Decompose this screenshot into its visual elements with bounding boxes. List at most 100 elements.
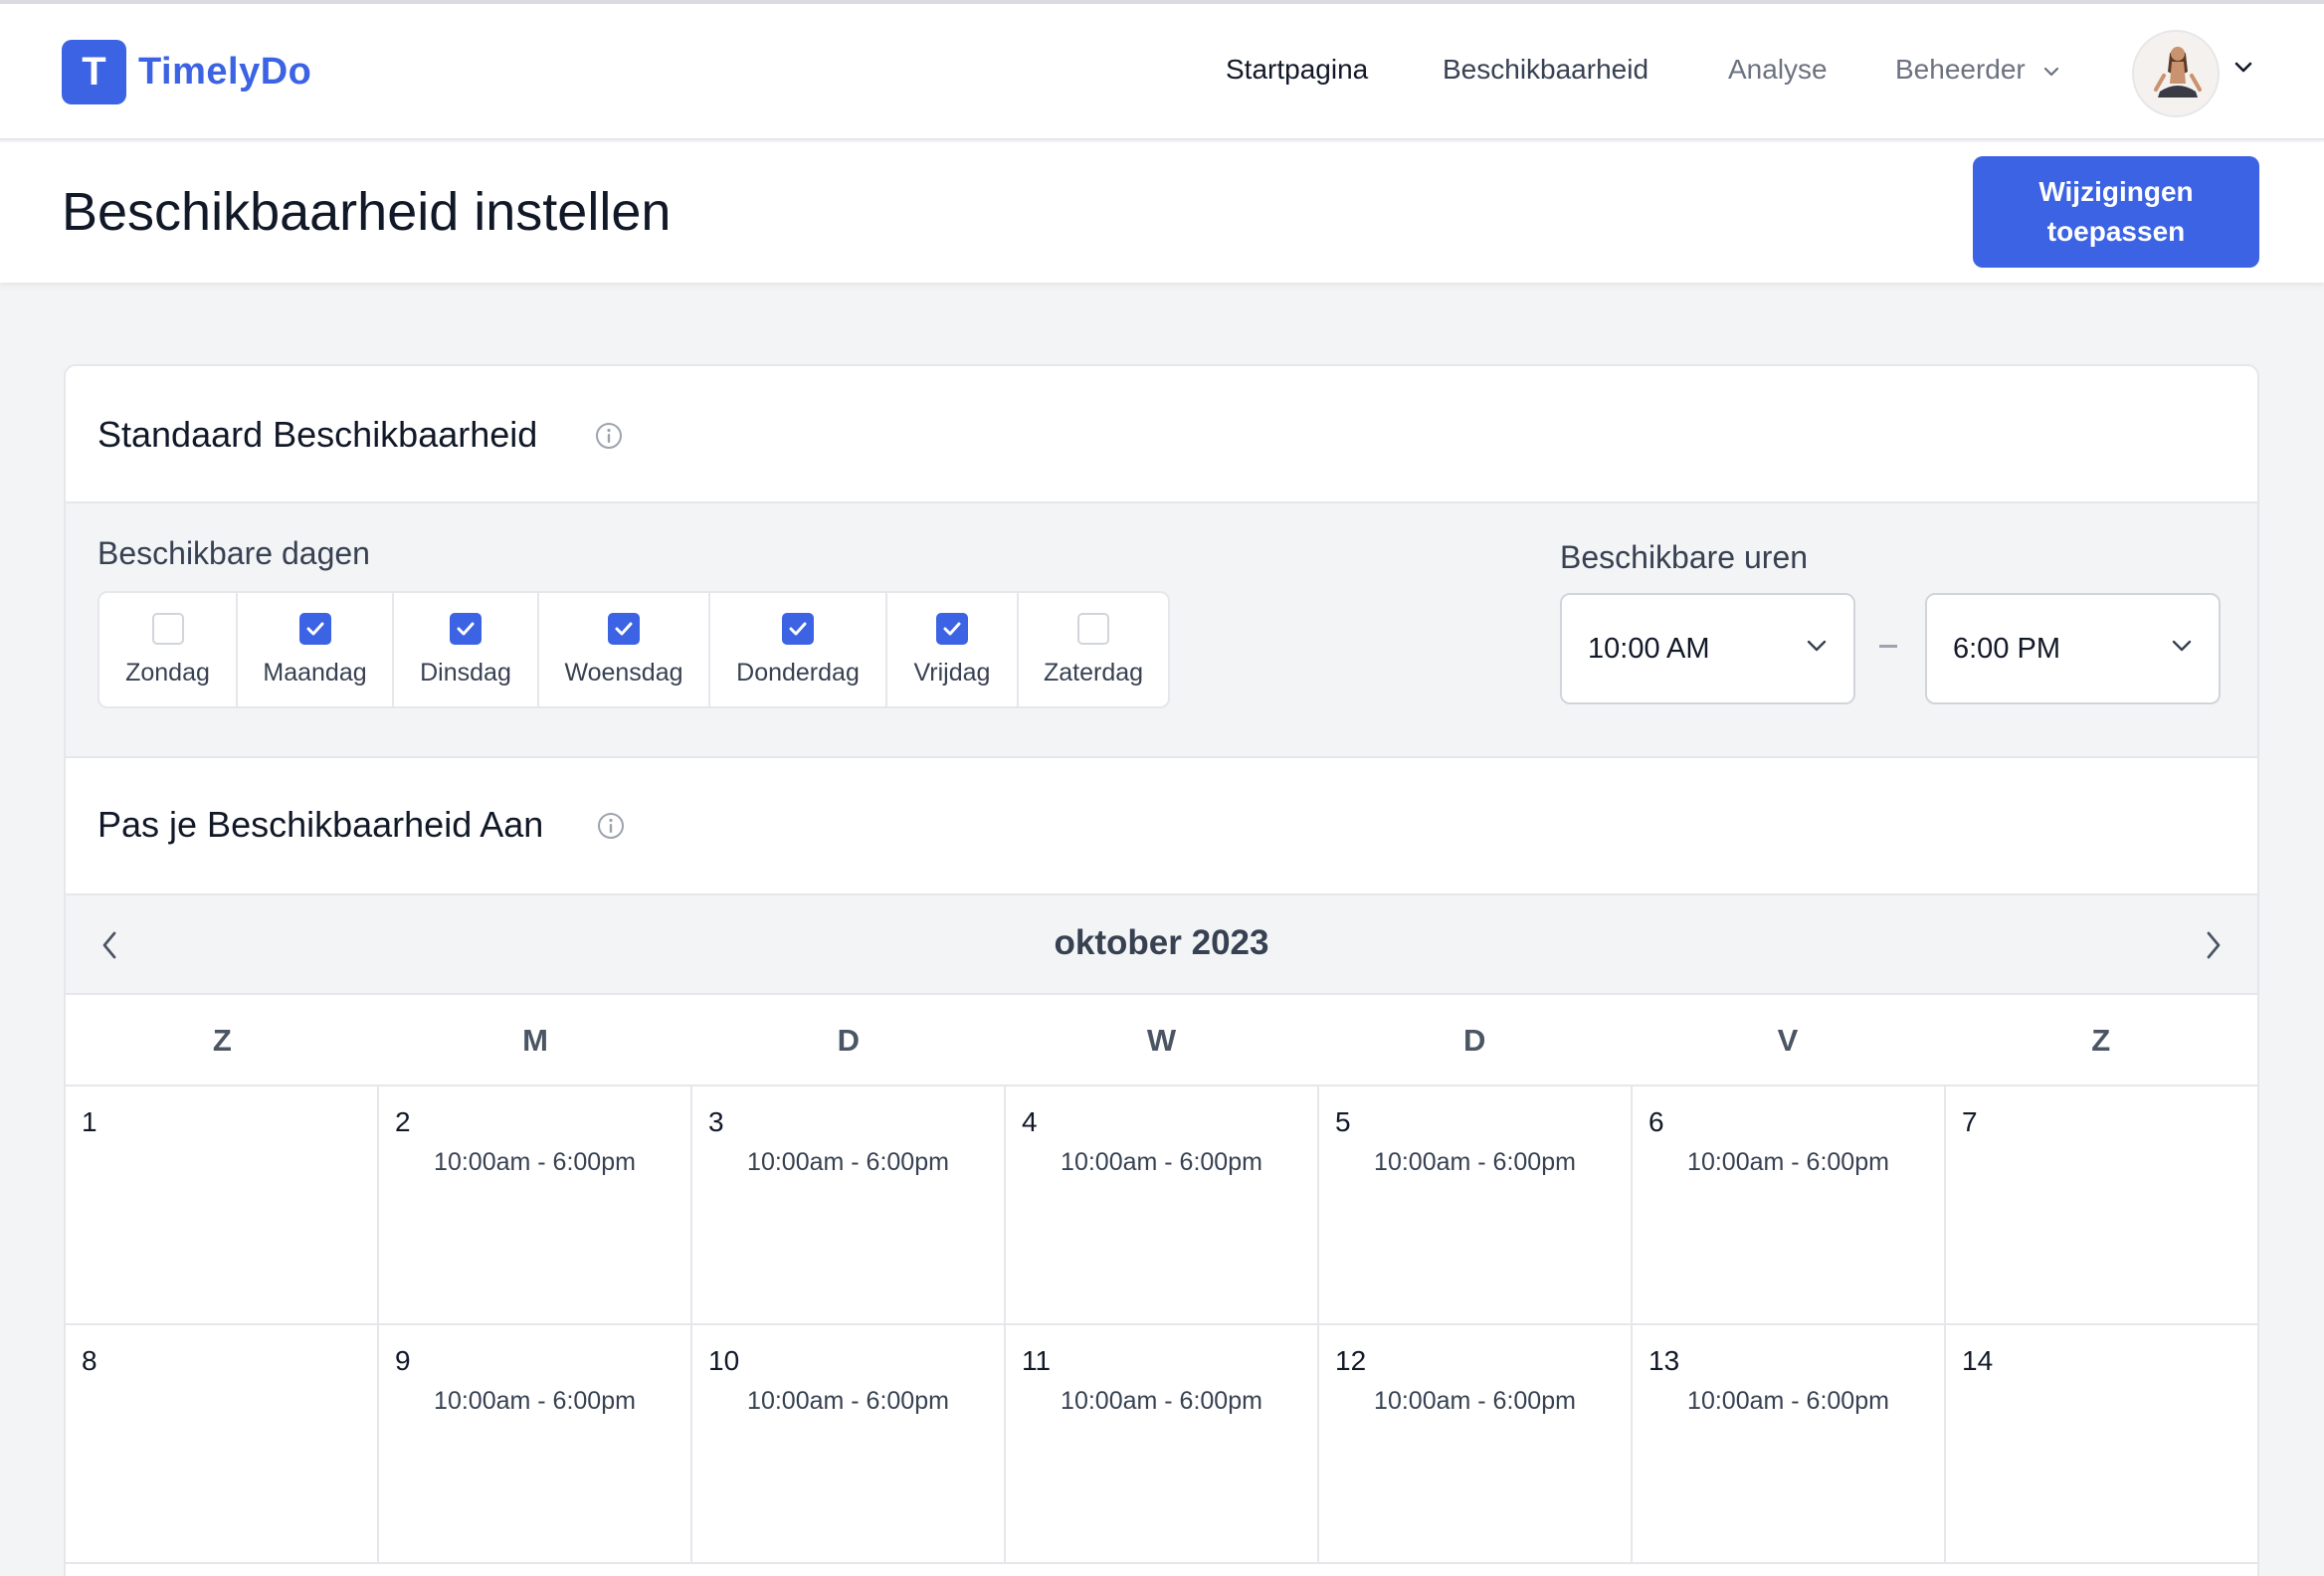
day-number: 12: [1335, 1345, 1367, 1376]
checkbox-checked[interactable]: [298, 612, 331, 645]
logo[interactable]: T TimelyDo: [62, 40, 311, 104]
nav-link-startpagina[interactable]: Startpagina: [1226, 54, 1368, 86]
day-number: 13: [1648, 1345, 1680, 1376]
chevron-down-icon: [1807, 640, 1827, 652]
checkbox-checked[interactable]: [936, 612, 968, 645]
nav-link-beheerder-label: Beheerder: [1895, 54, 2026, 85]
calendar-day-cell[interactable]: 13 10:00am - 6:00pm: [1633, 1325, 1946, 1564]
day-option-maandag[interactable]: Maandag: [238, 593, 394, 706]
apply-changes-button[interactable]: Wijzigingen toepassen: [1973, 156, 2259, 268]
info-icon[interactable]: [595, 422, 623, 450]
day-hours: 10:00am - 6:00pm: [1687, 1387, 1889, 1415]
calendar-day-cell[interactable]: 4 10:00am - 6:00pm: [1006, 1086, 1319, 1325]
nav-link-beheerder[interactable]: Beheerder: [1895, 54, 2059, 86]
page-title: Beschikbaarheid instellen: [62, 182, 672, 242]
day-label: Zaterdag: [1043, 658, 1144, 687]
day-option-dinsdag[interactable]: Dinsdag: [394, 593, 539, 706]
day-number: 4: [1022, 1106, 1038, 1137]
checkbox-checked[interactable]: [608, 612, 640, 645]
day-number: 14: [1962, 1345, 1994, 1376]
account-chevron-down-icon[interactable]: [2234, 62, 2252, 74]
day-option-woensdag[interactable]: Woensdag: [539, 593, 710, 706]
weekday-header: V: [1777, 1023, 1799, 1058]
calendar-day-cell[interactable]: 2 10:00am - 6:00pm: [379, 1086, 692, 1325]
calendar-day-cell[interactable]: 7: [1946, 1086, 2257, 1325]
weekday-header-row: Z M D W D V Z: [66, 995, 2257, 1086]
day-label: Dinsdag: [420, 658, 511, 687]
day-number: 2: [395, 1106, 411, 1137]
day-label: Vrijdag: [913, 658, 991, 687]
nav-link-analyse[interactable]: Analyse: [1728, 54, 1828, 86]
day-option-zaterdag[interactable]: Zaterdag: [1019, 593, 1168, 706]
end-time-select[interactable]: 6:00 PM: [1925, 593, 2221, 704]
check-icon: [615, 622, 633, 635]
day-hours: 10:00am - 6:00pm: [434, 1387, 636, 1415]
weekday-header: Z: [212, 1023, 232, 1058]
day-option-vrijdag[interactable]: Vrijdag: [887, 593, 1019, 706]
weekday-header: D: [1463, 1023, 1486, 1058]
calendar-day-cell[interactable]: 11 10:00am - 6:00pm: [1006, 1325, 1319, 1564]
avatar-image: [2134, 32, 2218, 115]
check-icon: [457, 622, 475, 635]
weekday-header: Z: [2091, 1023, 2111, 1058]
day-label: Donderdag: [736, 658, 860, 687]
day-number: 10: [708, 1345, 740, 1376]
avatar[interactable]: [2132, 30, 2220, 117]
day-number: 9: [395, 1345, 411, 1376]
weekday-header: M: [522, 1023, 548, 1058]
adjust-availability-header: Pas je Beschikbaarheid Aan: [66, 758, 2257, 895]
calendar-day-cell[interactable]: 1: [66, 1086, 379, 1325]
checkbox-unchecked[interactable]: [151, 612, 184, 645]
chevron-down-icon: [2172, 640, 2192, 652]
nav-link-beschikbaarheid[interactable]: Beschikbaarheid: [1443, 54, 1648, 86]
day-option-donderdag[interactable]: Donderdag: [710, 593, 887, 706]
checkbox-checked[interactable]: [782, 612, 814, 645]
day-hours: 10:00am - 6:00pm: [1687, 1148, 1889, 1176]
day-number: 3: [708, 1106, 724, 1137]
day-hours: 10:00am - 6:00pm: [1061, 1148, 1262, 1176]
day-number: 5: [1335, 1106, 1351, 1137]
check-icon: [789, 622, 807, 635]
available-days-label: Beschikbare dagen: [97, 535, 370, 571]
day-hours: 10:00am - 6:00pm: [1374, 1387, 1576, 1415]
day-hours: 10:00am - 6:00pm: [434, 1148, 636, 1176]
calendar-day-cell[interactable]: 9 10:00am - 6:00pm: [379, 1325, 692, 1564]
available-hours-label: Beschikbare uren: [1560, 539, 1809, 575]
day-number: 11: [1022, 1345, 1052, 1376]
calendar-day-cell[interactable]: 14: [1946, 1325, 2257, 1564]
chevron-down-icon: [2043, 67, 2058, 76]
check-icon: [943, 622, 961, 635]
top-navbar: T TimelyDo Startpagina Beschikbaarheid A…: [0, 4, 2324, 140]
availability-card: Standaard Beschikbaarheid Beschikbare da…: [64, 364, 2259, 1576]
info-icon[interactable]: [597, 812, 625, 840]
calendar-day-cell[interactable]: 8: [66, 1325, 379, 1564]
day-label: Woensdag: [564, 658, 683, 687]
day-hours: 10:00am - 6:00pm: [1061, 1387, 1262, 1415]
calendar-day-cell[interactable]: 6 10:00am - 6:00pm: [1633, 1086, 1946, 1325]
standard-availability-body: Beschikbare dagen Zondag Maandag Dinsdag…: [66, 503, 2257, 758]
standard-availability-header: Standaard Beschikbaarheid: [66, 366, 2257, 503]
day-number: 7: [1962, 1106, 1978, 1137]
start-time-select[interactable]: 10:00 AM: [1560, 593, 1855, 704]
day-hours: 10:00am - 6:00pm: [747, 1148, 949, 1176]
page-header: Beschikbaarheid instellen Wijzigingen to…: [0, 142, 2324, 283]
day-number: 6: [1648, 1106, 1664, 1137]
weekday-header: D: [837, 1023, 860, 1058]
calendar-day-cell[interactable]: 10 10:00am - 6:00pm: [692, 1325, 1006, 1564]
month-navigation: oktober 2023: [66, 895, 2257, 995]
weekday-checkbox-group: Zondag Maandag Dinsdag Woensdag Donderda…: [97, 591, 1170, 708]
calendar-day-cell[interactable]: 12 10:00am - 6:00pm: [1319, 1325, 1633, 1564]
month-title: oktober 2023: [1054, 923, 1269, 962]
checkbox-unchecked[interactable]: [1077, 612, 1109, 645]
time-range-separator: [1879, 645, 1897, 648]
checkbox-checked[interactable]: [450, 612, 482, 645]
day-label: Zondag: [125, 658, 210, 687]
chevron-right-icon[interactable]: [2204, 929, 2224, 961]
weekday-header: W: [1146, 1023, 1177, 1058]
logo-mark: T: [62, 40, 126, 104]
standard-availability-title: Standaard Beschikbaarheid: [97, 414, 538, 455]
calendar-day-cell[interactable]: 3 10:00am - 6:00pm: [692, 1086, 1006, 1325]
calendar-day-cell[interactable]: 5 10:00am - 6:00pm: [1319, 1086, 1633, 1325]
day-option-zondag[interactable]: Zondag: [99, 593, 238, 706]
check-icon: [306, 622, 323, 635]
